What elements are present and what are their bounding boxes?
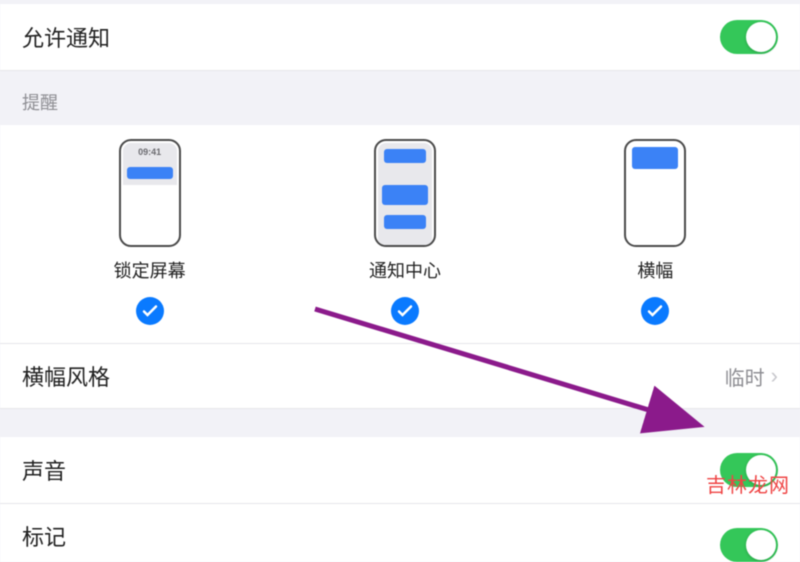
alert-option-banners[interactable]: 横幅 bbox=[624, 139, 686, 325]
banners-checkmark-icon bbox=[641, 297, 669, 325]
alert-option-notification-center[interactable]: 通知中心 bbox=[369, 139, 441, 325]
chevron-right-icon: › bbox=[771, 363, 778, 389]
watermark: 吉林龙网 bbox=[706, 469, 790, 498]
notification-center-icon bbox=[374, 139, 436, 247]
alerts-panel: 09:41 锁定屏幕 通知中心 bbox=[0, 125, 800, 344]
lock-screen-time: 09:41 bbox=[121, 147, 179, 157]
banner-style-value: 临时 bbox=[725, 362, 765, 391]
notification-center-label: 通知中心 bbox=[369, 257, 441, 283]
sounds-label: 声音 bbox=[22, 454, 66, 486]
badges-row[interactable]: 标记 bbox=[0, 504, 800, 562]
banner-style-row[interactable]: 横幅风格 临时 › bbox=[0, 344, 800, 409]
sounds-row[interactable]: 声音 bbox=[0, 437, 800, 504]
lock-screen-label: 锁定屏幕 bbox=[114, 257, 186, 283]
banner-style-value-wrap: 临时 › bbox=[725, 362, 778, 391]
notification-center-checkmark-icon bbox=[391, 297, 419, 325]
allow-notifications-label: 允许通知 bbox=[22, 21, 110, 53]
badges-toggle[interactable] bbox=[720, 528, 778, 562]
allow-notifications-row[interactable]: 允许通知 bbox=[0, 4, 800, 71]
lock-screen-checkmark-icon bbox=[136, 297, 164, 325]
section-spacer bbox=[0, 409, 800, 437]
alerts-section-header: 提醒 bbox=[0, 71, 800, 125]
badges-label: 标记 bbox=[22, 520, 66, 552]
banners-icon bbox=[624, 139, 686, 247]
banners-label: 横幅 bbox=[637, 257, 673, 283]
allow-notifications-toggle[interactable] bbox=[720, 20, 778, 54]
toggle-knob bbox=[746, 22, 776, 52]
toggle-knob bbox=[746, 530, 776, 560]
banner-style-label: 横幅风格 bbox=[22, 360, 110, 392]
lock-screen-icon: 09:41 bbox=[119, 139, 181, 247]
alert-option-lock-screen[interactable]: 09:41 锁定屏幕 bbox=[114, 139, 186, 325]
